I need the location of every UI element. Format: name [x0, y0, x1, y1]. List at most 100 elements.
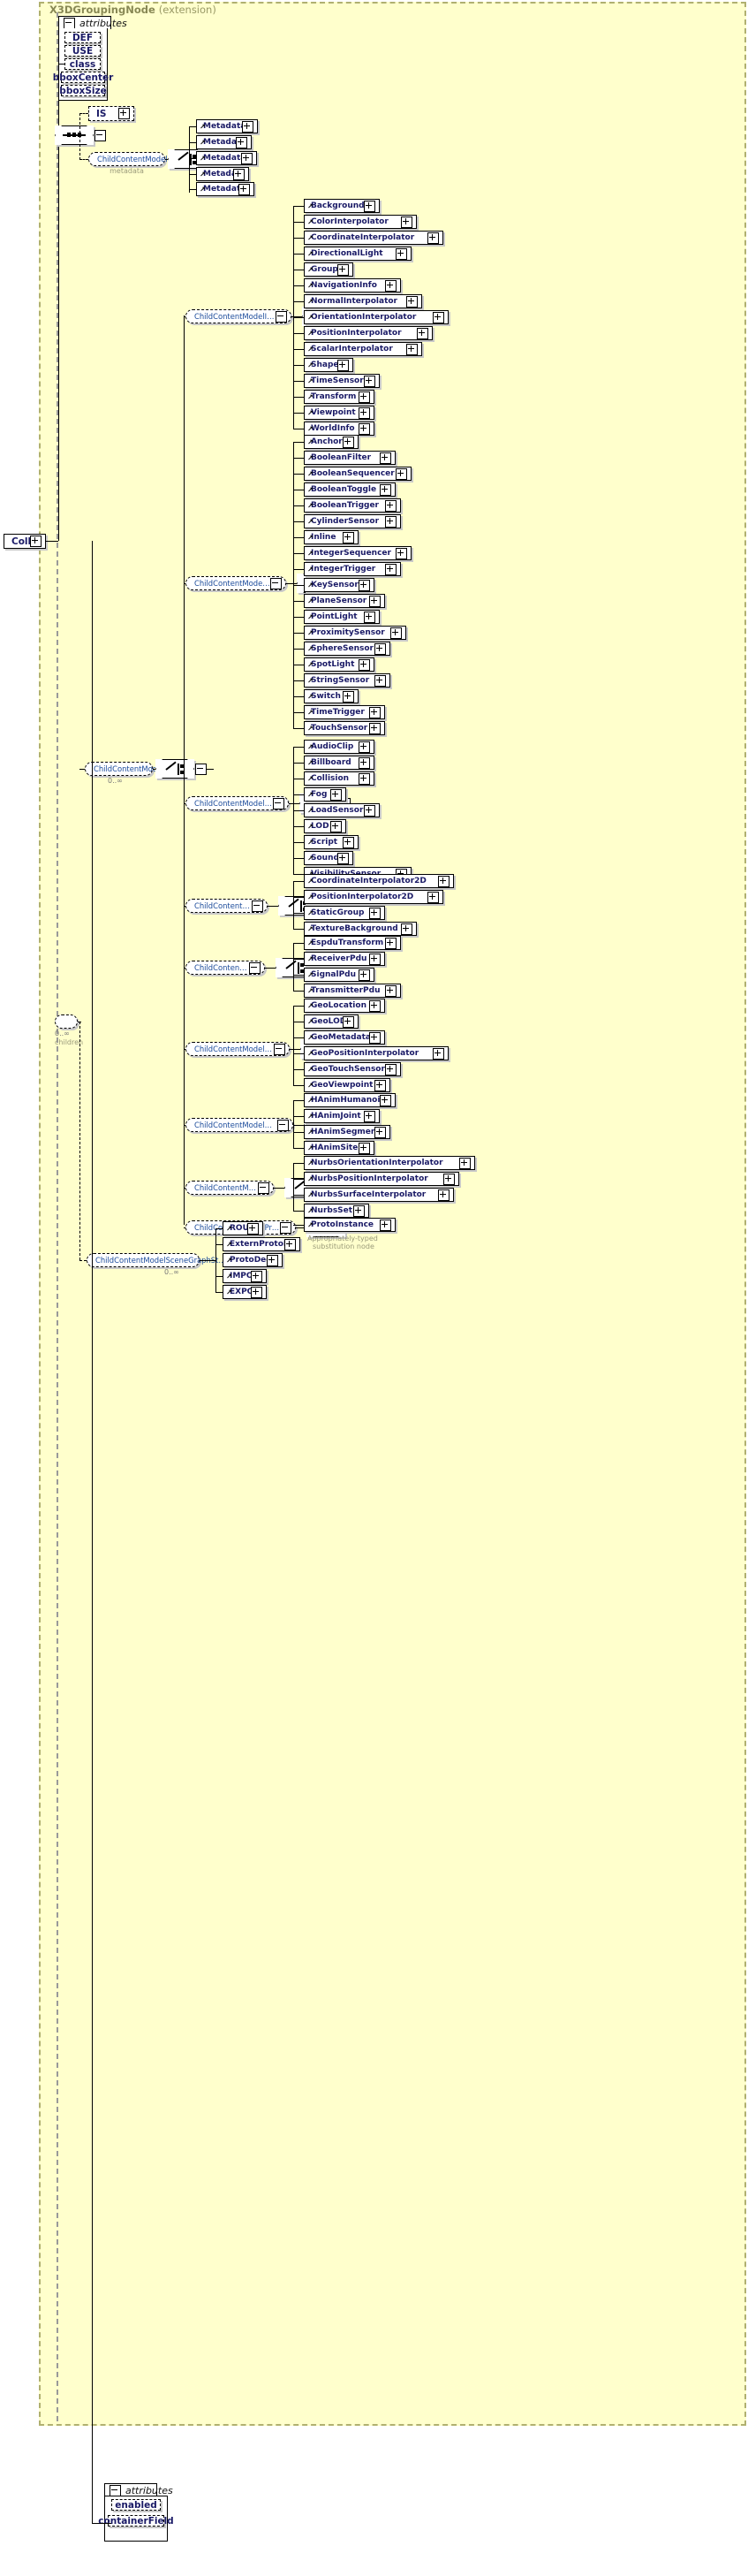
element-espdutransform[interactable]: ↗ EspduTransform: [304, 936, 401, 950]
element-hanimjoint[interactable]: ↗ HAnimJoint: [304, 1109, 380, 1123]
element-touchsensor[interactable]: ↗ TouchSensor: [304, 721, 385, 735]
expand-plus-icon[interactable]: [337, 852, 349, 864]
expand-plus-icon[interactable]: [359, 658, 370, 671]
expand-plus-icon[interactable]: [343, 1015, 354, 1028]
element-geotouchsensor[interactable]: ↗ GeoTouchSensor: [304, 1062, 401, 1076]
expand-plus-icon[interactable]: [364, 1110, 375, 1122]
element-fog[interactable]: ↗ Fog: [304, 787, 346, 802]
expand-plus-icon[interactable]: [385, 279, 397, 292]
element-orientationinterpolator[interactable]: ↗ OrientationInterpolator: [304, 310, 449, 324]
element-background[interactable]: ↗ Background: [304, 199, 380, 213]
element-proximitysensor[interactable]: ↗ ProximitySensor: [304, 626, 406, 640]
element-metadataset[interactable]: ↗ MetadataSet: [196, 167, 249, 181]
element-collision-root[interactable]: Collision: [4, 534, 46, 549]
expand-plus-icon[interactable]: [369, 907, 381, 919]
expand-plus-icon[interactable]: [380, 1219, 391, 1231]
choice-compositor-childcontentmodel[interactable]: [155, 759, 207, 779]
element-timesensor[interactable]: ↗ TimeSensor: [304, 374, 380, 388]
expand-plus-icon[interactable]: [459, 1157, 471, 1169]
expand-plus-icon[interactable]: [364, 611, 375, 623]
element-metadatafloat[interactable]: ↗ MetadataFloat: [196, 135, 252, 149]
element-sound[interactable]: ↗ Sound: [304, 851, 353, 865]
element-pointlight[interactable]: ↗ PointLight: [304, 610, 380, 624]
expand-plus-icon[interactable]: [396, 467, 407, 480]
expand-plus-icon[interactable]: [251, 1270, 262, 1282]
element-booleanfilter[interactable]: ↗ BooleanFilter: [304, 451, 396, 465]
expand-plus-icon[interactable]: [359, 579, 370, 591]
group-ref-childcontentmodel[interactable]: ChildContentModel: [85, 762, 176, 776]
element-protoinstance[interactable]: ↗ ProtoInstance: [304, 1218, 396, 1232]
element-inline[interactable]: ↗ Inline: [304, 530, 359, 544]
expand-plus-icon[interactable]: [380, 483, 391, 496]
collapse-minus-icon[interactable]: [110, 2484, 121, 2496]
element-geopositioninterpolator[interactable]: ↗ GeoPositionInterpolator: [304, 1046, 449, 1060]
expand-plus-icon[interactable]: [359, 969, 370, 981]
element-coordinateinterpolator[interactable]: ↗ CoordinateInterpolator: [304, 231, 443, 245]
expand-plus-icon[interactable]: [396, 247, 407, 260]
expand-plus-icon[interactable]: [242, 120, 253, 133]
expand-plus-icon[interactable]: [433, 1047, 444, 1060]
expand-plus-icon[interactable]: [406, 343, 418, 355]
element-switch[interactable]: ↗ Switch: [304, 689, 359, 703]
group-ref-childcontentmodeldis[interactable]: ChildContentModelDIS: [185, 961, 265, 975]
sequence-compositor[interactable]: [55, 125, 106, 145]
element-nurbssurfaceinterpolator[interactable]: ↗ NurbsSurfaceInterpolator: [304, 1188, 454, 1202]
attributes-group-tab-top[interactable]: attributes: [58, 16, 127, 29]
group-ref-childcontentmodelinteractive[interactable]: ChildContentModelInteractive: [185, 576, 286, 590]
expand-plus-icon[interactable]: [251, 1286, 262, 1298]
expand-plus-icon[interactable]: [417, 327, 428, 339]
children-placeholder[interactable]: [55, 1014, 78, 1029]
element-planesensor[interactable]: ↗ PlaneSensor: [304, 594, 385, 608]
expand-plus-icon[interactable]: [236, 136, 247, 148]
expand-plus-icon[interactable]: [364, 804, 375, 817]
element-spheresensor[interactable]: ↗ SphereSensor: [304, 642, 390, 656]
element-protodeclare[interactable]: ↗ ProtoDeclare: [223, 1253, 283, 1267]
expand-plus-icon[interactable]: [396, 547, 407, 559]
element-receiverpdu[interactable]: ↗ ReceiverPdu: [304, 952, 385, 966]
element-transmitterpdu[interactable]: ↗ TransmitterPdu: [304, 984, 401, 998]
expand-plus-icon[interactable]: [385, 1063, 397, 1075]
group-ref-childcontentmodelnurbs[interactable]: ChildContentModelNurbs: [185, 1181, 274, 1195]
element-anchor[interactable]: ↗ Anchor: [304, 435, 359, 449]
element-hanimhumanoid[interactable]: ↗ HAnimHumanoid: [304, 1093, 396, 1107]
element-transform[interactable]: ↗ Transform: [304, 390, 374, 404]
expand-plus-icon[interactable]: [443, 1173, 455, 1185]
expand-plus-icon[interactable]: [337, 263, 349, 276]
collapse-minus-icon[interactable]: [249, 961, 261, 974]
element-nurbsset[interactable]: ↗ NurbsSet: [304, 1204, 369, 1218]
expand-plus-icon[interactable]: [427, 232, 439, 244]
expand-plus-icon[interactable]: [330, 788, 342, 801]
element-lod[interactable]: ↗ LOD: [304, 819, 346, 833]
collapse-minus-icon[interactable]: [64, 17, 75, 29]
element-booleantoggle[interactable]: ↗ BooleanToggle: [304, 483, 396, 497]
expand-plus-icon[interactable]: [359, 1142, 370, 1154]
element-collision[interactable]: ↗ Collision: [304, 771, 374, 786]
group-ref-childcontentmodelinterchange[interactable]: ChildContentModelInterchange: [185, 309, 291, 323]
element-integersequencer[interactable]: ↗ IntegerSequencer: [304, 546, 412, 560]
collapse-minus-icon[interactable]: [195, 764, 207, 775]
expand-plus-icon[interactable]: [438, 875, 450, 887]
expand-plus-icon[interactable]: [401, 923, 412, 935]
collapse-minus-icon[interactable]: [252, 900, 263, 912]
element-nurbsorientationinterpolator[interactable]: ↗ NurbsOrientationInterpolator: [304, 1156, 475, 1170]
collapse-minus-icon[interactable]: [280, 1221, 291, 1234]
element-stringsensor[interactable]: ↗ StringSensor: [304, 673, 390, 688]
attribute-enabled[interactable]: enabled: [111, 2499, 161, 2511]
expand-plus-icon[interactable]: [380, 452, 391, 464]
expand-plus-icon[interactable]: [343, 531, 354, 543]
expand-plus-icon[interactable]: [438, 1189, 450, 1201]
element-script[interactable]: ↗ Script: [304, 835, 359, 849]
element-is[interactable]: IS: [88, 106, 134, 121]
expand-plus-icon[interactable]: [343, 836, 354, 848]
element-integertrigger[interactable]: ↗ IntegerTrigger: [304, 562, 401, 576]
collapse-minus-icon[interactable]: [277, 1119, 289, 1131]
expand-plus-icon[interactable]: [369, 706, 381, 718]
element-hanimsite[interactable]: ↗ HAnimSite: [304, 1141, 374, 1155]
element-geoviewpoint[interactable]: ↗ GeoViewpoint: [304, 1078, 390, 1092]
expand-plus-icon[interactable]: [343, 690, 354, 703]
element-timetrigger[interactable]: ↗ TimeTrigger: [304, 705, 385, 719]
expand-plus-icon[interactable]: [337, 359, 349, 371]
element-texturebackground[interactable]: ↗ TextureBackground: [304, 922, 417, 936]
element-import[interactable]: ↗ IMPORT: [223, 1269, 267, 1283]
group-ref-childcontentmodelimmersive[interactable]: ChildContentModelImmersive: [185, 796, 289, 810]
